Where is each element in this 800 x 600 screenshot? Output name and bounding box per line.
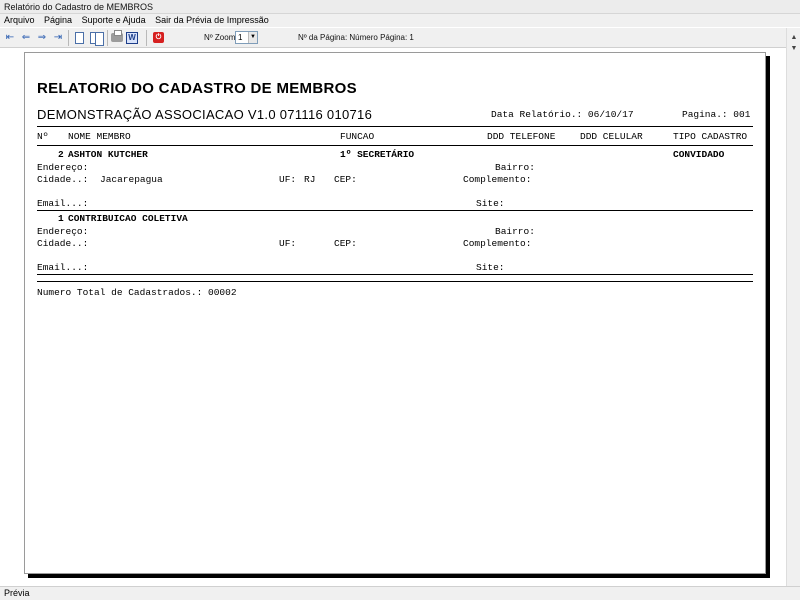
status-text: Prévia: [4, 588, 30, 598]
record-name: CONTRIBUICAO COLETIVA: [68, 213, 188, 224]
printer-icon[interactable]: [111, 30, 123, 42]
next-page-icon[interactable]: ⇒: [35, 31, 49, 45]
toolbar-separator: [146, 30, 147, 46]
record-name: ASHTON KUTCHER: [68, 149, 148, 160]
col-header-type: TIPO CADASTRO: [673, 131, 748, 142]
total-count: Numero Total de Cadastrados.: 00002: [37, 287, 237, 298]
scroll-up-icon[interactable]: ▲: [788, 32, 800, 43]
menu-sair-previa[interactable]: Sair da Prévia de Impressão: [151, 14, 272, 27]
toolbar-separator: [107, 30, 108, 46]
complement-label: Complemento:: [463, 238, 532, 249]
zoom-value: 1: [238, 33, 243, 42]
last-page-icon[interactable]: ⇥: [51, 31, 65, 45]
site-label: Site:: [476, 262, 505, 273]
record-role: 1º SECRETÁRIO: [340, 149, 415, 160]
address-label: Endereço:: [37, 226, 89, 237]
col-header-mobile: DDD CELULAR: [580, 131, 643, 142]
email-label: Email...:: [37, 198, 89, 209]
menu-bar: Arquivo Página Suporte e Ajuda Sair da P…: [0, 14, 800, 27]
district-label: Bairro:: [495, 162, 535, 173]
menu-arquivo[interactable]: Arquivo: [0, 14, 38, 27]
vertical-scrollbar[interactable]: ▲ ▼: [786, 28, 800, 586]
city-label: Cidade..:: [37, 238, 89, 249]
scroll-down-icon[interactable]: ▼: [788, 43, 800, 54]
zoom-label: Nº Zoom: [204, 33, 236, 42]
zoom-select[interactable]: 1 ▼: [235, 31, 258, 44]
record-num: 2: [58, 149, 64, 160]
chevron-down-icon[interactable]: ▼: [248, 32, 257, 43]
state-label: UF:: [279, 238, 297, 249]
report-page: RELATORIO DO CADASTRO DE MEMBROS DEMONST…: [24, 52, 766, 574]
col-header-phone: DDD TELEFONE: [487, 131, 556, 142]
district-label: Bairro:: [495, 226, 535, 237]
zip-label: CEP:: [334, 238, 357, 249]
state-label: UF:: [279, 174, 297, 185]
previous-page-icon[interactable]: ⇐: [19, 31, 33, 45]
col-header-name: NOME MEMBRO: [68, 131, 131, 142]
first-page-icon[interactable]: ⇤: [3, 31, 17, 45]
address-label: Endereço:: [37, 162, 89, 173]
two-page-icon[interactable]: [90, 32, 104, 46]
zip-label: CEP:: [334, 174, 357, 185]
page-number-label: Nº da Página: Número Página: 1: [298, 33, 414, 42]
report-subtitle: DEMONSTRAÇÃO ASSOCIACAO V1.0 071116 0107…: [37, 107, 373, 122]
page-width-icon[interactable]: W: [126, 32, 138, 44]
total-divider: [37, 281, 753, 282]
site-label: Site:: [476, 198, 505, 209]
toolbar-separator: [68, 30, 69, 46]
complement-label: Complemento:: [463, 174, 532, 185]
state-value: RJ: [304, 174, 316, 185]
header-divider-bottom: [37, 145, 753, 146]
status-bar: Prévia: [0, 586, 800, 600]
menu-suporte-ajuda[interactable]: Suporte e Ajuda: [78, 14, 149, 27]
record-type: CONVIDADO: [673, 149, 725, 160]
city-value: Jacarepagua: [100, 174, 163, 185]
report-date: Data Relatório.: 06/10/17: [491, 109, 634, 120]
col-header-num: Nº: [37, 131, 49, 142]
header-divider-top: [37, 126, 753, 127]
record-num: 1: [58, 213, 64, 224]
report-title: RELATORIO DO CADASTRO DE MEMBROS: [37, 80, 357, 97]
col-header-role: FUNCAO: [340, 131, 375, 142]
report-page-number: Pagina.: 001: [682, 109, 751, 120]
email-label: Email...:: [37, 262, 89, 273]
window-title: Relatório do Cadastro de MEMBROS: [4, 2, 154, 12]
city-label: Cidade..:: [37, 174, 89, 185]
record-divider: [37, 210, 753, 211]
record-divider: [37, 274, 753, 275]
window-title-bar: Relatório do Cadastro de MEMBROS: [0, 0, 800, 14]
toolbar: ⇤ ⇐ ⇒ ⇥ W ⏻ Nº Zoom 1 ▼ Nº da Página: Nú…: [0, 28, 786, 48]
exit-icon[interactable]: ⏻: [153, 32, 164, 43]
menu-pagina[interactable]: Página: [40, 14, 75, 27]
single-page-icon[interactable]: [75, 32, 84, 44]
